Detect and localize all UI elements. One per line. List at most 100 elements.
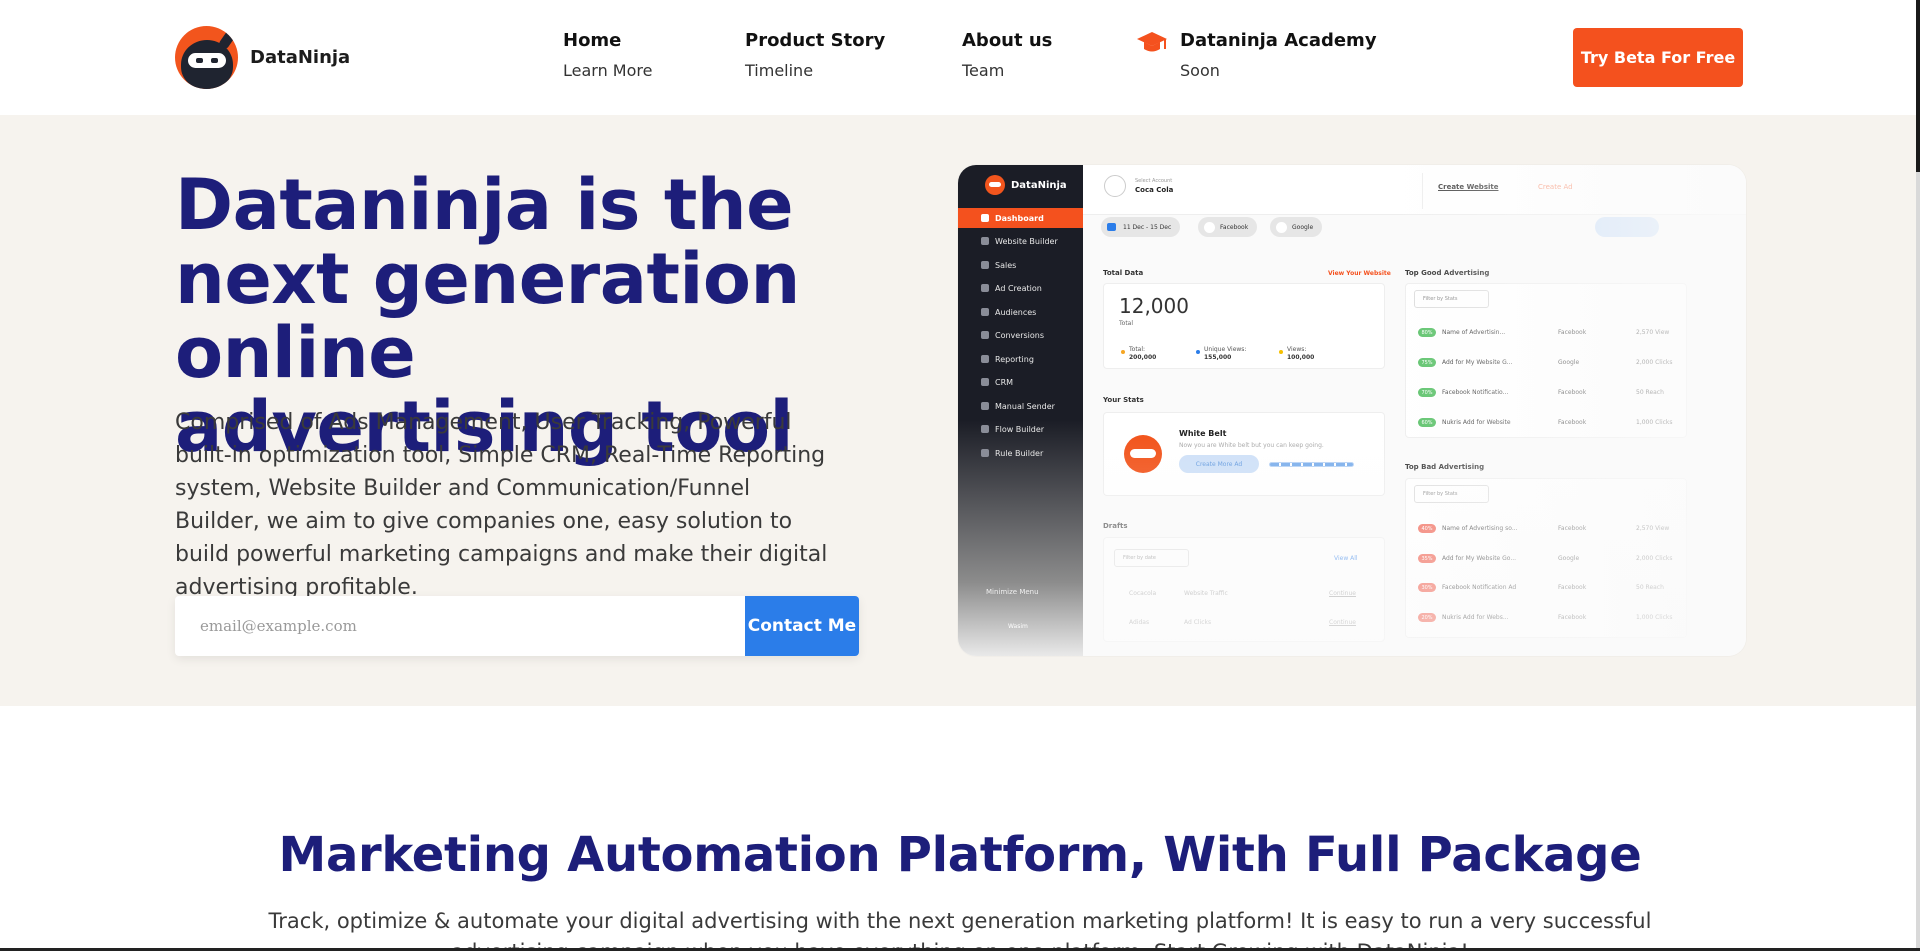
logo[interactable]: DataNinja	[175, 26, 350, 89]
total-sub: Total	[1119, 320, 1134, 327]
bad-ad-row: 30% Facebook Notification Ad Facebook 50 Re…	[1418, 583, 1678, 611]
graduation-cap-icon	[1137, 32, 1167, 52]
total-value: 12,000	[1119, 294, 1189, 318]
preview-sidebar-label: Audiences	[995, 307, 1037, 317]
nav-home-title[interactable]: Home	[563, 28, 652, 54]
ad-platform: Facebook	[1558, 329, 1587, 336]
view-website-link: View Your Website	[1328, 270, 1391, 277]
scrollbar-thumb[interactable]	[1916, 0, 1920, 172]
stat-views: Views: 100,000	[1279, 346, 1315, 362]
account-label: Select Account	[1135, 178, 1173, 184]
ad-pct: 20%	[1418, 613, 1436, 622]
ad-value: 1,000 Clicks	[1636, 614, 1673, 621]
belt-progress	[1269, 462, 1354, 467]
nav-academy-title[interactable]: Dataninja Academy	[1180, 28, 1377, 54]
preview-facebook-chip: Facebook	[1198, 217, 1258, 237]
ad-pct: 40%	[1418, 524, 1436, 533]
draft-row: Adidas	[1129, 619, 1149, 626]
top-good-card: Filter by Stats 80% Name of Advertisin...…	[1405, 283, 1687, 438]
good-ad-row: 80% Name of Advertisin... Facebook 2,570 Vi…	[1418, 328, 1678, 356]
stat-value: 200,000	[1129, 354, 1157, 361]
stat-value: 155,000	[1204, 354, 1232, 361]
drafts-view-all: View All	[1334, 555, 1358, 562]
dashboard-preview: DataNinja Dashboard Website Builder Sale…	[958, 165, 1746, 656]
stat-unique: Unique Views: 155,000	[1196, 346, 1246, 362]
ad-creation-icon	[981, 284, 989, 292]
ad-value: 2,570 View	[1636, 525, 1670, 532]
bad-ad-row: 20% Nukris Add for Webs... Facebook 1,000 C…	[1418, 613, 1678, 641]
stat-label: Total:	[1129, 346, 1146, 353]
chip-label: Facebook	[1220, 223, 1249, 231]
filter-date: Filter by date	[1114, 549, 1189, 567]
preview-minimize-menu: Minimize Menu	[986, 588, 1039, 596]
ad-value: 50 Reach	[1636, 584, 1664, 591]
create-more-ad-button: Create More Ad	[1179, 455, 1259, 473]
preview-sidebar-label: Flow Builder	[995, 424, 1045, 434]
total-data-label: Total Data	[1103, 269, 1144, 277]
draft-row: Continue	[1329, 619, 1356, 626]
nav-product-story[interactable]: Product Story Timeline	[745, 28, 885, 82]
ad-name: Add for My Website Go...	[1442, 555, 1517, 562]
ad-value: 1,000 Clicks	[1636, 419, 1673, 426]
flow-icon	[981, 425, 989, 433]
try-beta-button[interactable]: Try Beta For Free	[1573, 28, 1743, 87]
nav-home-sub[interactable]: Learn More	[563, 60, 652, 82]
nav-product-story-title[interactable]: Product Story	[745, 28, 885, 54]
nav-academy[interactable]: Dataninja Academy Soon	[1180, 28, 1377, 82]
ad-name: Nukris Add for Webs...	[1442, 614, 1509, 621]
conversions-icon	[981, 331, 989, 339]
draft-action: Continue	[1329, 590, 1356, 597]
ad-name: Nukris Add for Website	[1442, 419, 1511, 426]
send-icon	[981, 402, 989, 410]
email-input[interactable]	[175, 596, 745, 656]
preview-sidebar-label: Website Builder	[995, 236, 1058, 246]
audiences-icon	[981, 308, 989, 316]
good-ad-row: 60% Nukris Add for Website Facebook 1,000 C…	[1418, 418, 1678, 446]
divider	[1422, 173, 1423, 209]
chip-label: Google	[1292, 223, 1314, 231]
preview-sidebar-label: CRM	[995, 377, 1014, 387]
ad-name: Facebook Notification Ad	[1442, 584, 1517, 591]
nav-about-us-title[interactable]: About us	[962, 28, 1052, 54]
nav-about-us[interactable]: About us Team	[962, 28, 1052, 82]
top-good-label: Top Good Advertising	[1405, 269, 1490, 277]
preview-sidebar-item: Audiences	[958, 302, 1083, 322]
total-data-card: 12,000 Total Total: 200,000 Unique Views:…	[1103, 283, 1385, 369]
ad-pct: 60%	[1418, 418, 1436, 427]
nav-about-us-sub[interactable]: Team	[962, 60, 1052, 82]
preview-brand-text: DataNinja	[1011, 179, 1067, 191]
stat-value: 100,000	[1287, 354, 1315, 361]
draft-name: Cocacola	[1129, 590, 1157, 597]
ad-platform: Facebook	[1558, 389, 1587, 396]
website-icon	[981, 237, 989, 245]
filter-stats: Filter by Stats	[1414, 290, 1489, 308]
calendar-icon	[1107, 223, 1116, 231]
preview-sidebar-item: Website Builder	[958, 231, 1083, 251]
preview-google-chip: Google	[1270, 217, 1323, 237]
preview-date-chip: 11 Dec - 15 Dec	[1101, 217, 1181, 237]
account-avatar	[1104, 175, 1126, 197]
preview-user-name: Wasim	[1008, 623, 1028, 630]
logo-text: DataNinja	[250, 47, 351, 68]
hero-description: Comprised of Ads Management, User Tracki…	[175, 410, 828, 600]
ad-pct: 30%	[1418, 583, 1436, 592]
preview-sidebar-item: Sales	[958, 255, 1083, 275]
nav-academy-sub[interactable]: Soon	[1180, 60, 1377, 82]
reporting-icon	[981, 355, 989, 363]
rule-icon	[981, 449, 989, 457]
nav-home[interactable]: Home Learn More	[563, 28, 652, 82]
preview-sidebar-label: Ad Creation	[995, 283, 1042, 293]
ad-name: Add for My Website G...	[1442, 359, 1513, 366]
contact-me-button[interactable]: Contact Me	[745, 596, 859, 656]
preview-sidebar-label: Reporting	[995, 354, 1034, 364]
preview-create-ad: Create Ad	[1538, 183, 1573, 191]
sales-icon	[981, 261, 989, 269]
belt-sub: Now you are White belt but you can keep …	[1179, 442, 1324, 449]
ninja-logo-icon	[175, 26, 238, 89]
nav-product-story-sub[interactable]: Timeline	[745, 60, 885, 82]
belt-card: White Belt Now you are White belt but yo…	[1103, 412, 1385, 496]
ad-platform: Facebook	[1558, 584, 1587, 591]
preview-sidebar-label: Dashboard	[995, 213, 1044, 223]
preview-action-chip	[1595, 217, 1659, 237]
ad-pct: 70%	[1418, 388, 1436, 397]
